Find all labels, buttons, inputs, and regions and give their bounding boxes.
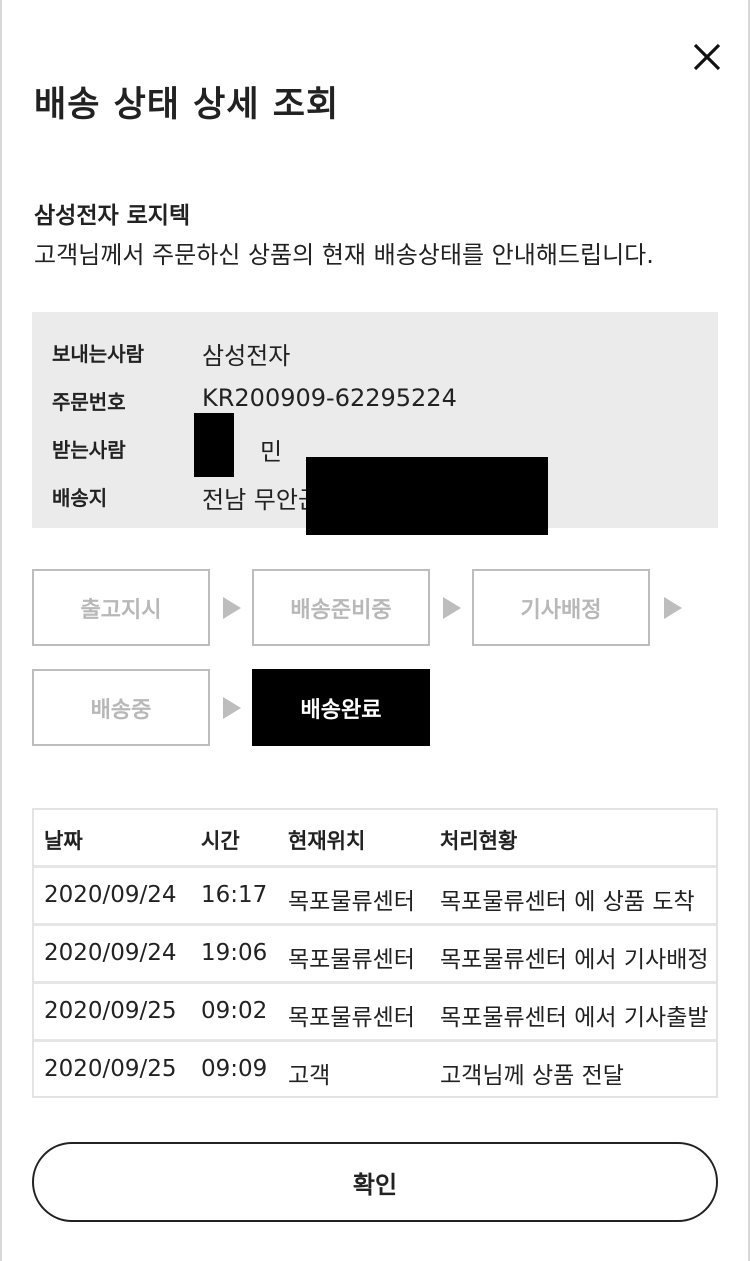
row-location: 목포물류센터	[288, 947, 415, 973]
step-arrow-icon	[443, 597, 461, 619]
row-location: 고객	[288, 1063, 331, 1089]
row-date: 2020/09/24	[44, 940, 177, 966]
step-arrow-icon	[223, 697, 241, 719]
receiver-label: 받는사람	[52, 438, 126, 462]
row-date: 2020/09/25	[44, 998, 177, 1024]
order-value: KR200909-62295224	[202, 384, 457, 412]
page-title: 배송 상태 상세 조회	[34, 85, 340, 125]
header-time: 시간	[201, 829, 240, 853]
table-row: 2020/09/25 09:09 고객 고객님께 상품 전달	[34, 1042, 716, 1096]
sender-label: 보내는사람	[52, 342, 144, 366]
row-date: 2020/09/25	[44, 1056, 177, 1082]
header-date: 날짜	[44, 829, 83, 853]
step-4: 배송중	[32, 669, 210, 746]
address-label: 배송지	[52, 486, 108, 510]
row-status: 목포물류센터 에서 기사배정	[440, 947, 709, 973]
row-location: 목포물류센터	[288, 889, 415, 915]
step-arrow-icon	[664, 597, 682, 619]
table-row: 2020/09/25 09:02 목포물류센터 목포물류센터 에서 기사출발	[34, 984, 716, 1042]
step-2: 배송준비중	[252, 569, 430, 646]
row-status: 목포물류센터 에 상품 도착	[440, 889, 695, 915]
redaction-address	[306, 457, 548, 535]
header-location: 현재위치	[288, 829, 366, 853]
sender-value: 삼성전자	[202, 342, 291, 370]
close-icon[interactable]	[690, 40, 724, 74]
table-row: 2020/09/24 16:17 목포물류센터 목포물류센터 에 상품 도착	[34, 868, 716, 926]
order-label: 주문번호	[52, 390, 126, 414]
step-5-current: 배송완료	[252, 669, 430, 746]
receiver-value-last: 민	[260, 438, 283, 466]
step-1: 출고지시	[32, 569, 210, 646]
header-status: 처리현황	[440, 829, 518, 853]
redaction-name	[194, 413, 234, 477]
row-location: 목포물류센터	[288, 1005, 415, 1031]
row-time: 19:06	[201, 940, 268, 966]
row-status: 목포물류센터 에서 기사출발	[440, 1005, 709, 1031]
row-time: 09:02	[201, 998, 268, 1024]
step-3: 기사배정	[472, 569, 650, 646]
tracking-table: 날짜 시간 현재위치 처리현황 2020/09/24 16:17 목포물류센터 …	[32, 808, 718, 1098]
confirm-button[interactable]: 확인	[32, 1142, 718, 1222]
row-date: 2020/09/24	[44, 882, 177, 908]
table-row: 2020/09/24 19:06 목포물류센터 목포물류센터 에서 기사배정	[34, 926, 716, 984]
row-status: 고객님께 상품 전달	[440, 1063, 624, 1089]
row-time: 16:17	[201, 882, 268, 908]
step-arrow-icon	[223, 597, 241, 619]
carrier-description: 고객님께서 주문하신 상품의 현재 배송상태를 안내해드립니다.	[34, 241, 654, 269]
address-value: 전남 무안군	[202, 486, 321, 514]
table-header: 날짜 시간 현재위치 처리현황	[34, 810, 716, 868]
row-time: 09:09	[201, 1056, 268, 1082]
carrier-name: 삼성전자 로지텍	[34, 203, 191, 229]
